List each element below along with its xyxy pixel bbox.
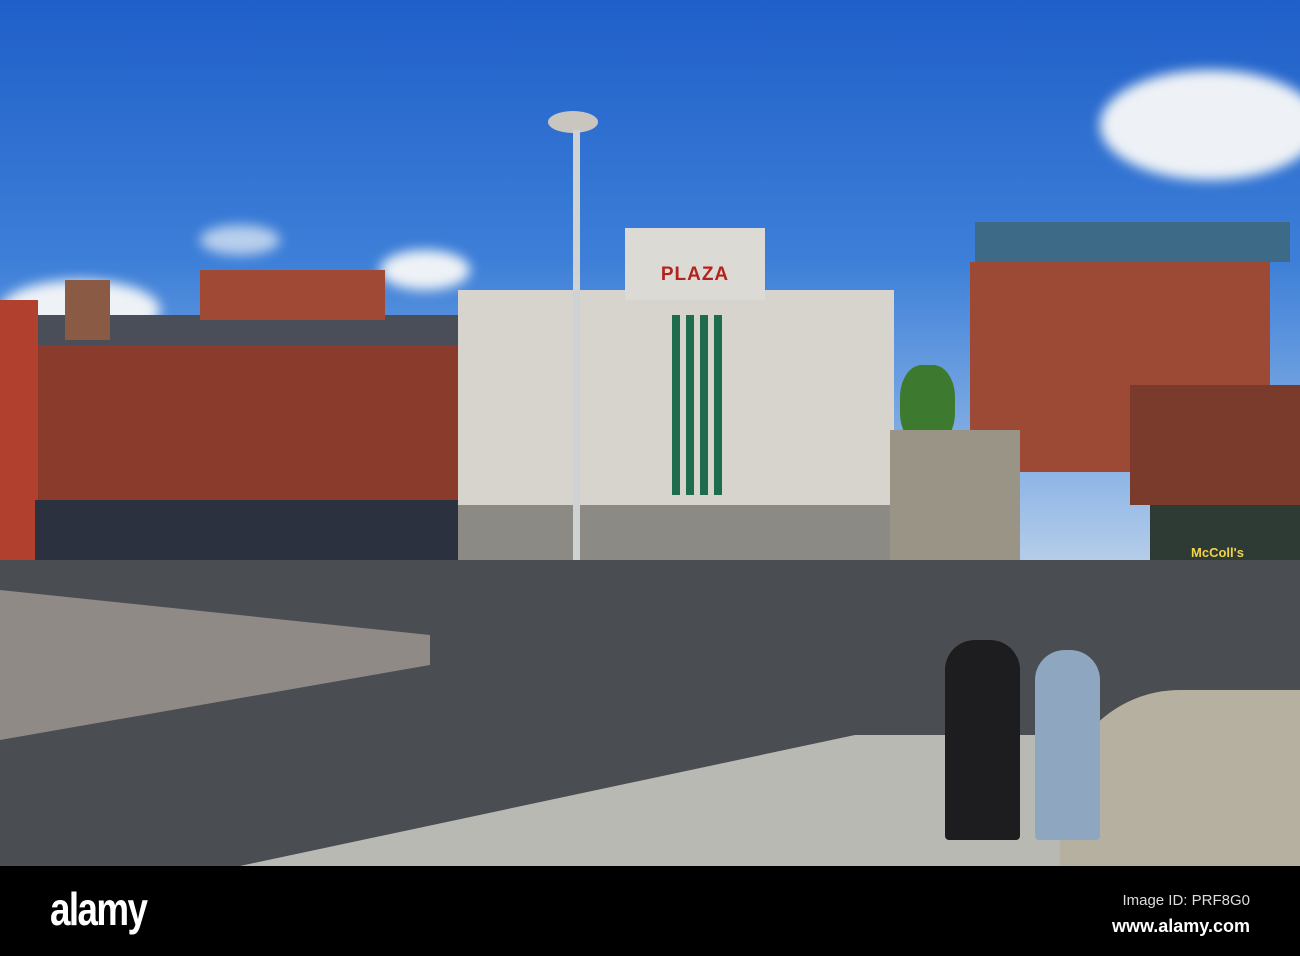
shopfronts	[35, 500, 460, 560]
pedestrian	[1035, 650, 1100, 840]
tower-block	[200, 270, 385, 320]
cloud	[200, 225, 280, 255]
red-building	[0, 300, 38, 600]
street-photo: PLAZA McColl's	[0, 0, 1300, 866]
image-id: Image ID: PRF8G0	[1122, 892, 1250, 909]
tower	[65, 280, 110, 340]
cloud	[380, 250, 470, 290]
cinema-windows	[672, 315, 722, 495]
lamp-post	[573, 130, 580, 595]
glass-building	[975, 222, 1290, 262]
alamy-logo: alamy	[50, 883, 148, 935]
steps	[890, 430, 1020, 560]
pedestrian	[945, 640, 1020, 840]
cloud	[1100, 70, 1300, 180]
brick-wall	[1130, 385, 1300, 505]
cinema-entrance	[458, 505, 894, 560]
cinema-sign: PLAZA	[660, 264, 730, 285]
watermark-url: www.alamy.com	[1111, 916, 1250, 936]
watermark-bar	[0, 866, 1300, 956]
